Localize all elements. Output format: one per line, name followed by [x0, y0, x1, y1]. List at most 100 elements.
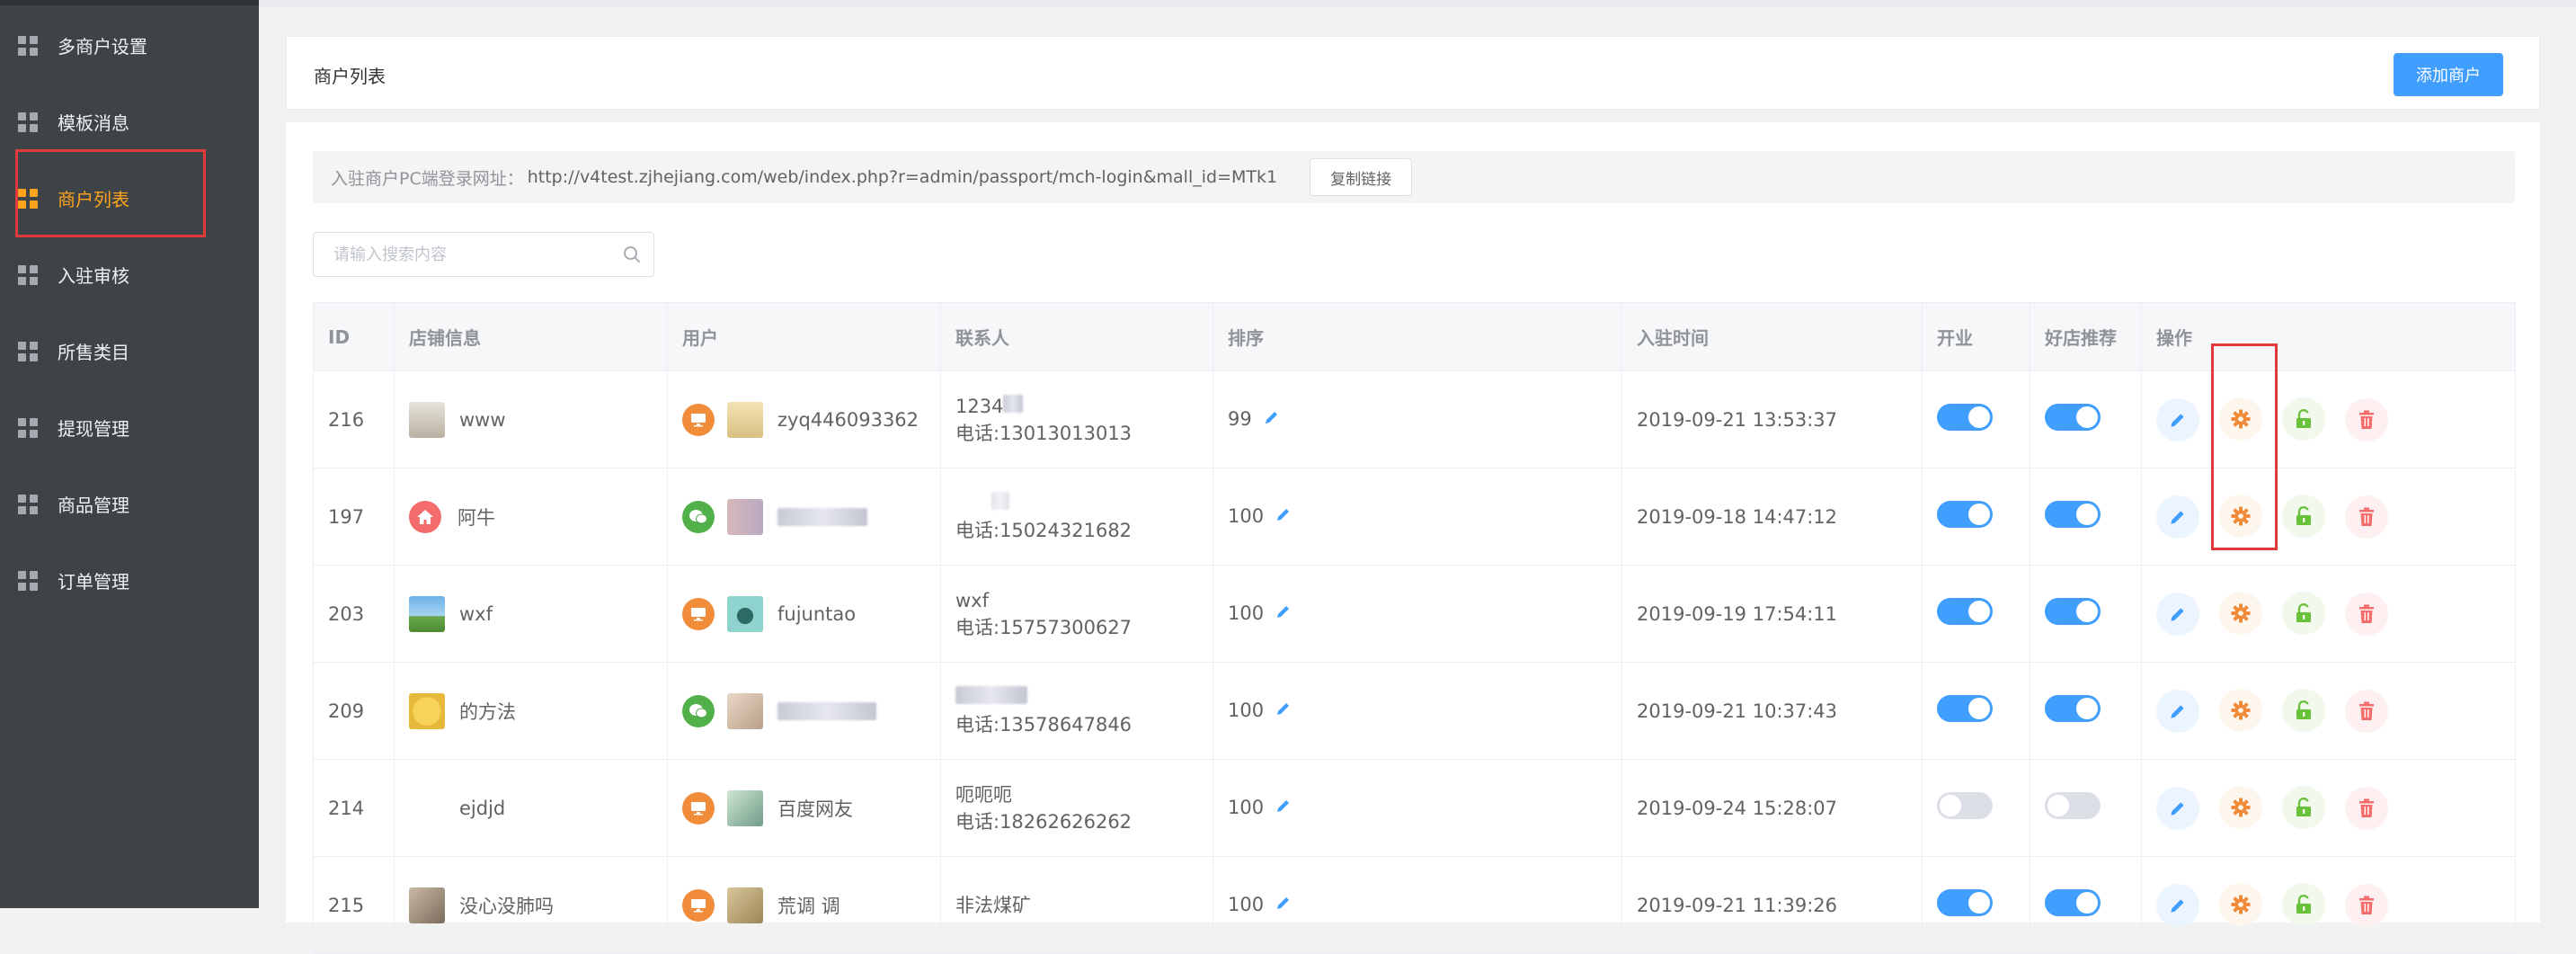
sort-value: 100 [1228, 699, 1265, 721]
edit-button[interactable] [2156, 495, 2199, 539]
edit-sort-icon[interactable] [1263, 409, 1281, 431]
table-row: 197 阿牛 电话:15024321682 100 2019-09-18 14:… [313, 468, 2516, 566]
unlock-button[interactable] [2282, 397, 2325, 441]
sidebar-item-label: 商品管理 [58, 495, 129, 516]
column-header-open: 开业 [1922, 302, 2030, 371]
edit-sort-icon[interactable] [1275, 603, 1292, 625]
settings-button[interactable] [2219, 786, 2262, 829]
copy-link-button[interactable]: 复制链接 [1310, 158, 1413, 196]
recommend-switch[interactable] [2045, 695, 2101, 722]
sort-value: 100 [1228, 796, 1265, 818]
sort-value: 100 [1228, 504, 1265, 527]
open-switch[interactable] [1937, 889, 1993, 916]
edit-sort-icon[interactable] [1275, 506, 1292, 528]
login-url: http://v4test.zjhejiang.com/web/index.ph… [527, 167, 1278, 187]
join-time: 2019-09-24 15:28:07 [1621, 759, 1923, 857]
recommend-switch[interactable] [2045, 598, 2101, 625]
column-header-contact: 联系人 [940, 302, 1213, 371]
open-switch[interactable] [1937, 792, 1993, 819]
sidebar-item-goods[interactable]: 商品管理 [0, 466, 259, 542]
trash-icon [2359, 410, 2374, 429]
trash-icon [2359, 896, 2374, 914]
user-avatar [727, 789, 763, 826]
row-id: 203 [313, 565, 395, 663]
row-id: 197 [313, 468, 395, 566]
edit-sort-icon[interactable] [1275, 895, 1292, 916]
contact-phone: 电话:18262626262 [955, 810, 1133, 833]
settings-button[interactable] [2219, 689, 2262, 732]
join-time: 2019-09-21 11:39:26 [1621, 856, 1923, 954]
user-name: 百度网友 [777, 798, 853, 820]
user-avatar [727, 887, 763, 923]
open-switch[interactable] [1937, 501, 1993, 528]
highlight-box-sidebar [15, 149, 206, 237]
sidebar-item-categories[interactable]: 所售类目 [0, 313, 259, 389]
join-time: 2019-09-18 14:47:12 [1621, 468, 1923, 566]
unlock-button[interactable] [2282, 495, 2325, 538]
contact-phone: 电话:13578647846 [955, 713, 1133, 736]
edit-sort-icon[interactable] [1275, 798, 1292, 819]
delete-button[interactable] [2345, 690, 2388, 733]
open-switch[interactable] [1937, 695, 1993, 722]
recommend-switch[interactable] [2045, 889, 2101, 916]
edit-sort-icon[interactable] [1275, 700, 1292, 722]
sidebar-item-multi-merchant-settings[interactable]: 多商户设置 [0, 7, 259, 84]
unlock-button[interactable] [2282, 786, 2325, 829]
join-time: 2019-09-19 17:54:11 [1621, 565, 1923, 663]
contact-name: 呃呃呃 [955, 783, 1012, 806]
row-id: 209 [313, 662, 395, 760]
recommend-switch[interactable] [2045, 501, 2101, 528]
add-merchant-button[interactable]: 添加商户 [2394, 53, 2503, 96]
edit-button[interactable] [2156, 787, 2199, 830]
gear-icon [2231, 603, 2251, 623]
contact-name: 非法煤矿 [955, 894, 1031, 916]
user-avatar [727, 401, 763, 438]
store-thumbnail [409, 692, 445, 729]
contact-name: 1234 [955, 395, 1004, 417]
pc-platform-icon [682, 597, 715, 630]
pencil-icon [2171, 414, 2184, 427]
delete-button[interactable] [2345, 398, 2388, 441]
unlock-button[interactable] [2282, 592, 2325, 635]
sidebar-top-edge [0, 0, 259, 5]
sidebar-item-orders[interactable]: 订单管理 [0, 542, 259, 619]
unlock-button[interactable] [2282, 883, 2325, 926]
unlock-button[interactable] [2282, 689, 2325, 732]
contact-name: wxf [955, 589, 989, 611]
edit-button[interactable] [2156, 593, 2199, 636]
gear-icon [2231, 798, 2251, 817]
search-input[interactable] [314, 233, 610, 276]
highlight-box-settings [2211, 343, 2278, 550]
unlock-icon [2296, 409, 2311, 428]
edit-button[interactable] [2156, 690, 2199, 733]
sidebar-item-entry-review[interactable]: 入驻审核 [0, 236, 259, 313]
sidebar-item-label: 入驻审核 [58, 265, 129, 287]
open-switch[interactable] [1937, 598, 1993, 625]
settings-button[interactable] [2219, 592, 2262, 635]
sidebar-item-label: 提现管理 [58, 418, 129, 440]
sidebar-item-withdrawal[interactable]: 提现管理 [0, 389, 259, 466]
recommend-switch[interactable] [2045, 792, 2101, 819]
open-switch[interactable] [1937, 404, 1993, 431]
edit-button[interactable] [2156, 884, 2199, 927]
recommend-switch[interactable] [2045, 404, 2101, 431]
join-time: 2019-09-21 10:37:43 [1621, 662, 1923, 760]
column-header-join-time: 入驻时间 [1621, 302, 1923, 371]
delete-button[interactable] [2345, 593, 2388, 636]
user-name: fujuntao [777, 602, 857, 625]
settings-button[interactable] [2219, 883, 2262, 926]
grid-icon [18, 417, 38, 438]
column-header-id: ID [313, 302, 395, 371]
pencil-icon [2171, 705, 2184, 718]
pencil-icon [2171, 899, 2184, 913]
delete-button[interactable] [2345, 495, 2388, 539]
table-row: 216 www zyq446093362 1234 电话:13013013013 … [313, 370, 2516, 468]
wechat-icon [682, 694, 715, 727]
edit-button[interactable] [2156, 398, 2199, 441]
search-icon[interactable] [623, 245, 641, 267]
delete-button[interactable] [2345, 884, 2388, 927]
unlock-icon [2296, 700, 2311, 719]
contact-phone: 电话:15024321682 [955, 519, 1133, 541]
pencil-icon [2171, 802, 2184, 816]
delete-button[interactable] [2345, 787, 2388, 830]
